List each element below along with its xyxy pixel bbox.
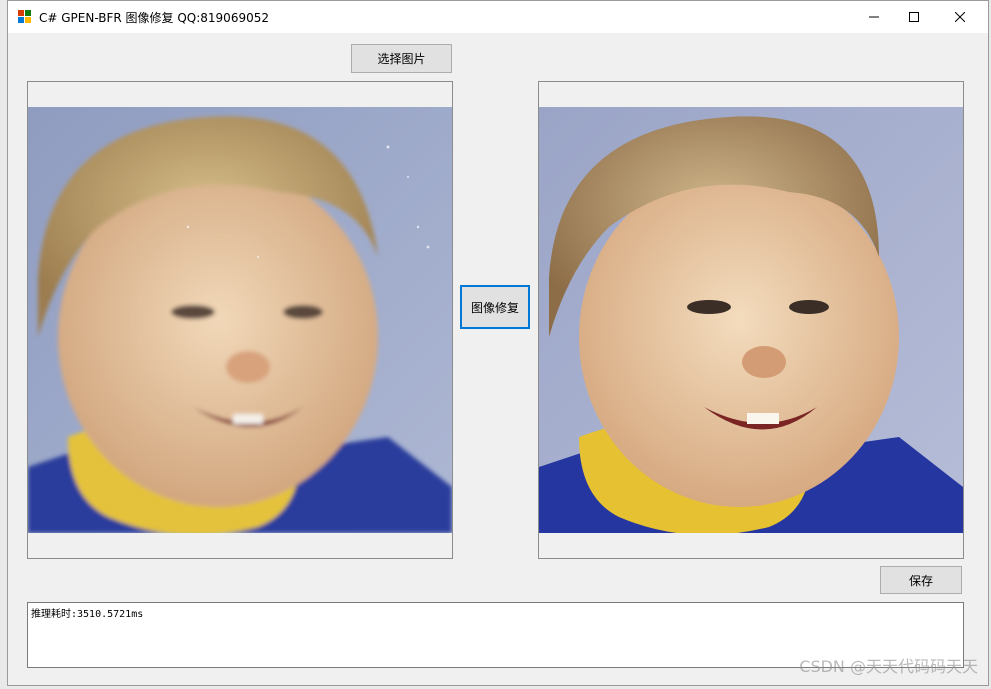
- close-icon: [955, 12, 965, 22]
- minimize-icon: [869, 16, 879, 18]
- save-button[interactable]: 保存: [880, 566, 962, 594]
- main-window: C# GPEN-BFR 图像修复 QQ:819069052 选择图片 图像修复 …: [7, 0, 989, 686]
- original-image-box: [27, 81, 453, 559]
- app-icon: [18, 10, 31, 23]
- watermark: CSDN @天天代码码天天: [799, 657, 978, 676]
- select-image-button[interactable]: 选择图片: [351, 44, 452, 73]
- original-image: [28, 107, 452, 533]
- inference-time-text: 推理耗时:3510.5721ms: [31, 609, 144, 620]
- restored-image: [539, 107, 963, 533]
- window-title: C# GPEN-BFR 图像修复 QQ:819069052: [39, 11, 269, 25]
- maximize-icon: [909, 12, 919, 22]
- close-button[interactable]: [937, 1, 983, 33]
- restored-image-box: [538, 81, 964, 559]
- maximize-button[interactable]: [891, 1, 937, 33]
- restore-button[interactable]: 图像修复: [460, 285, 530, 329]
- title-bar: C# GPEN-BFR 图像修复 QQ:819069052: [8, 1, 988, 33]
